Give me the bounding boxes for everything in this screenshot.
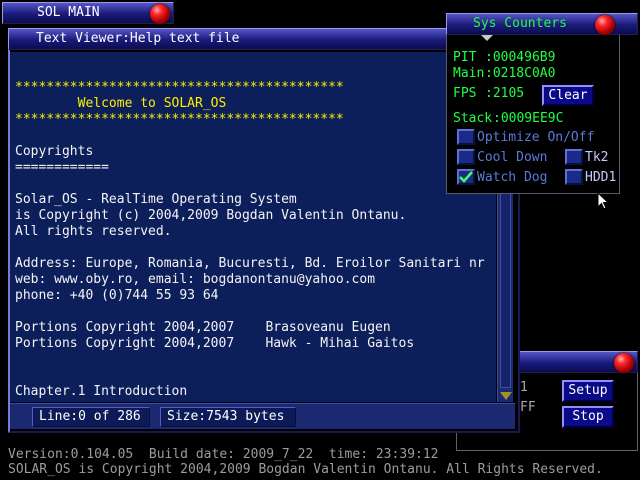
text-line: ****************************************… <box>15 80 344 95</box>
text-line: ****************************************… <box>15 112 344 127</box>
cool-down-checkbox[interactable] <box>457 149 475 165</box>
check-mark-icon <box>459 171 473 183</box>
text-viewer-statusbar: Line:0 of 286 Size:7543 bytes <box>10 403 515 429</box>
cool-down-label: Cool Down <box>477 150 548 165</box>
fps-value: :2105 <box>485 86 525 101</box>
text-viewer-titlebar[interactable]: Text Viewer:Help text file <box>8 28 520 50</box>
control-window-close-ball-icon[interactable] <box>614 353 634 373</box>
hdd1-checkbox[interactable] <box>565 169 583 185</box>
text-line: Welcome to SOLAR_OS <box>15 96 227 111</box>
text-line: All rights reserved. <box>15 224 172 239</box>
copyright-footer: SOLAR_OS is Copyright 2004,2009 Bogdan V… <box>8 462 603 477</box>
pit-value: :000496B9 <box>485 50 556 65</box>
text-viewer-content[interactable]: ****************************************… <box>10 52 496 402</box>
control-window-titlebar[interactable] <box>517 351 638 373</box>
text-viewer-title: Text Viewer:Help text file <box>36 31 240 46</box>
sys-counters-window: PIT :000496B9 Main :0218C0A0 FPS :2105 C… <box>446 14 620 194</box>
text-line: Copyrights <box>15 144 94 159</box>
text-line: ============ <box>15 160 109 175</box>
text-line: phone: +40 (0)744 55 93 64 <box>15 288 219 303</box>
hdd1-label: HDD1 <box>585 170 617 185</box>
scroll-down-arrow-icon[interactable] <box>500 392 512 400</box>
text-line: is Copyright (c) 2004,2009 Bogdan Valent… <box>15 208 407 223</box>
dropdown-arrow-icon <box>481 35 493 41</box>
file-size: Size:7543 bytes <box>160 407 296 427</box>
text-line: Address: Europe, Romania, Bucuresti, Bd.… <box>15 256 485 271</box>
watch-dog-label: Watch Dog <box>477 170 548 185</box>
setup-button[interactable]: Setup <box>562 380 614 402</box>
sol-main-close-ball-icon[interactable] <box>150 4 170 24</box>
tk2-checkbox[interactable] <box>565 149 583 165</box>
sol-main-title: SOL MAIN <box>37 5 100 20</box>
tk2-label: Tk2 <box>585 150 609 165</box>
text-line: Portions Copyright 2004,2007 Brasoveanu … <box>15 320 391 335</box>
partial-label-1: 1 <box>520 380 528 395</box>
text-line: Portions Copyright 2004,2007 Hawk - Miha… <box>15 336 415 351</box>
sys-counters-titlebar[interactable]: Sys Counters <box>446 13 638 41</box>
line-counter: Line:0 of 286 <box>32 407 150 427</box>
pit-label: PIT <box>453 50 477 65</box>
main-value: :0218C0A0 <box>485 66 556 81</box>
version-info: Version:0.104.05 Build date: 2009_7_22 t… <box>8 447 439 462</box>
partial-label-2: FF <box>520 400 536 415</box>
sys-counters-title: Sys Counters <box>473 16 567 31</box>
text-line: Chapter.1 Introduction <box>15 384 188 399</box>
optimize-label: Optimize On/Off <box>477 130 595 145</box>
watch-dog-checkbox[interactable] <box>457 169 475 185</box>
sol-main-titlebar[interactable]: SOL MAIN <box>2 2 174 24</box>
text-line: Solar_OS - RealTime Operating System <box>15 192 297 207</box>
mouse-pointer-icon <box>597 192 609 210</box>
sys-counters-close-ball-icon[interactable] <box>595 15 615 35</box>
fps-label: FPS <box>453 86 477 101</box>
text-line: web: www.oby.ro, email: bogdanontanu@yah… <box>15 272 376 287</box>
clear-button[interactable]: Clear <box>542 85 594 106</box>
stack-value: :0009EE9C <box>493 111 564 126</box>
main-label: Main <box>453 66 485 81</box>
optimize-checkbox[interactable] <box>457 129 475 145</box>
stop-button[interactable]: Stop <box>562 406 614 428</box>
stack-label: Stack <box>453 111 493 126</box>
